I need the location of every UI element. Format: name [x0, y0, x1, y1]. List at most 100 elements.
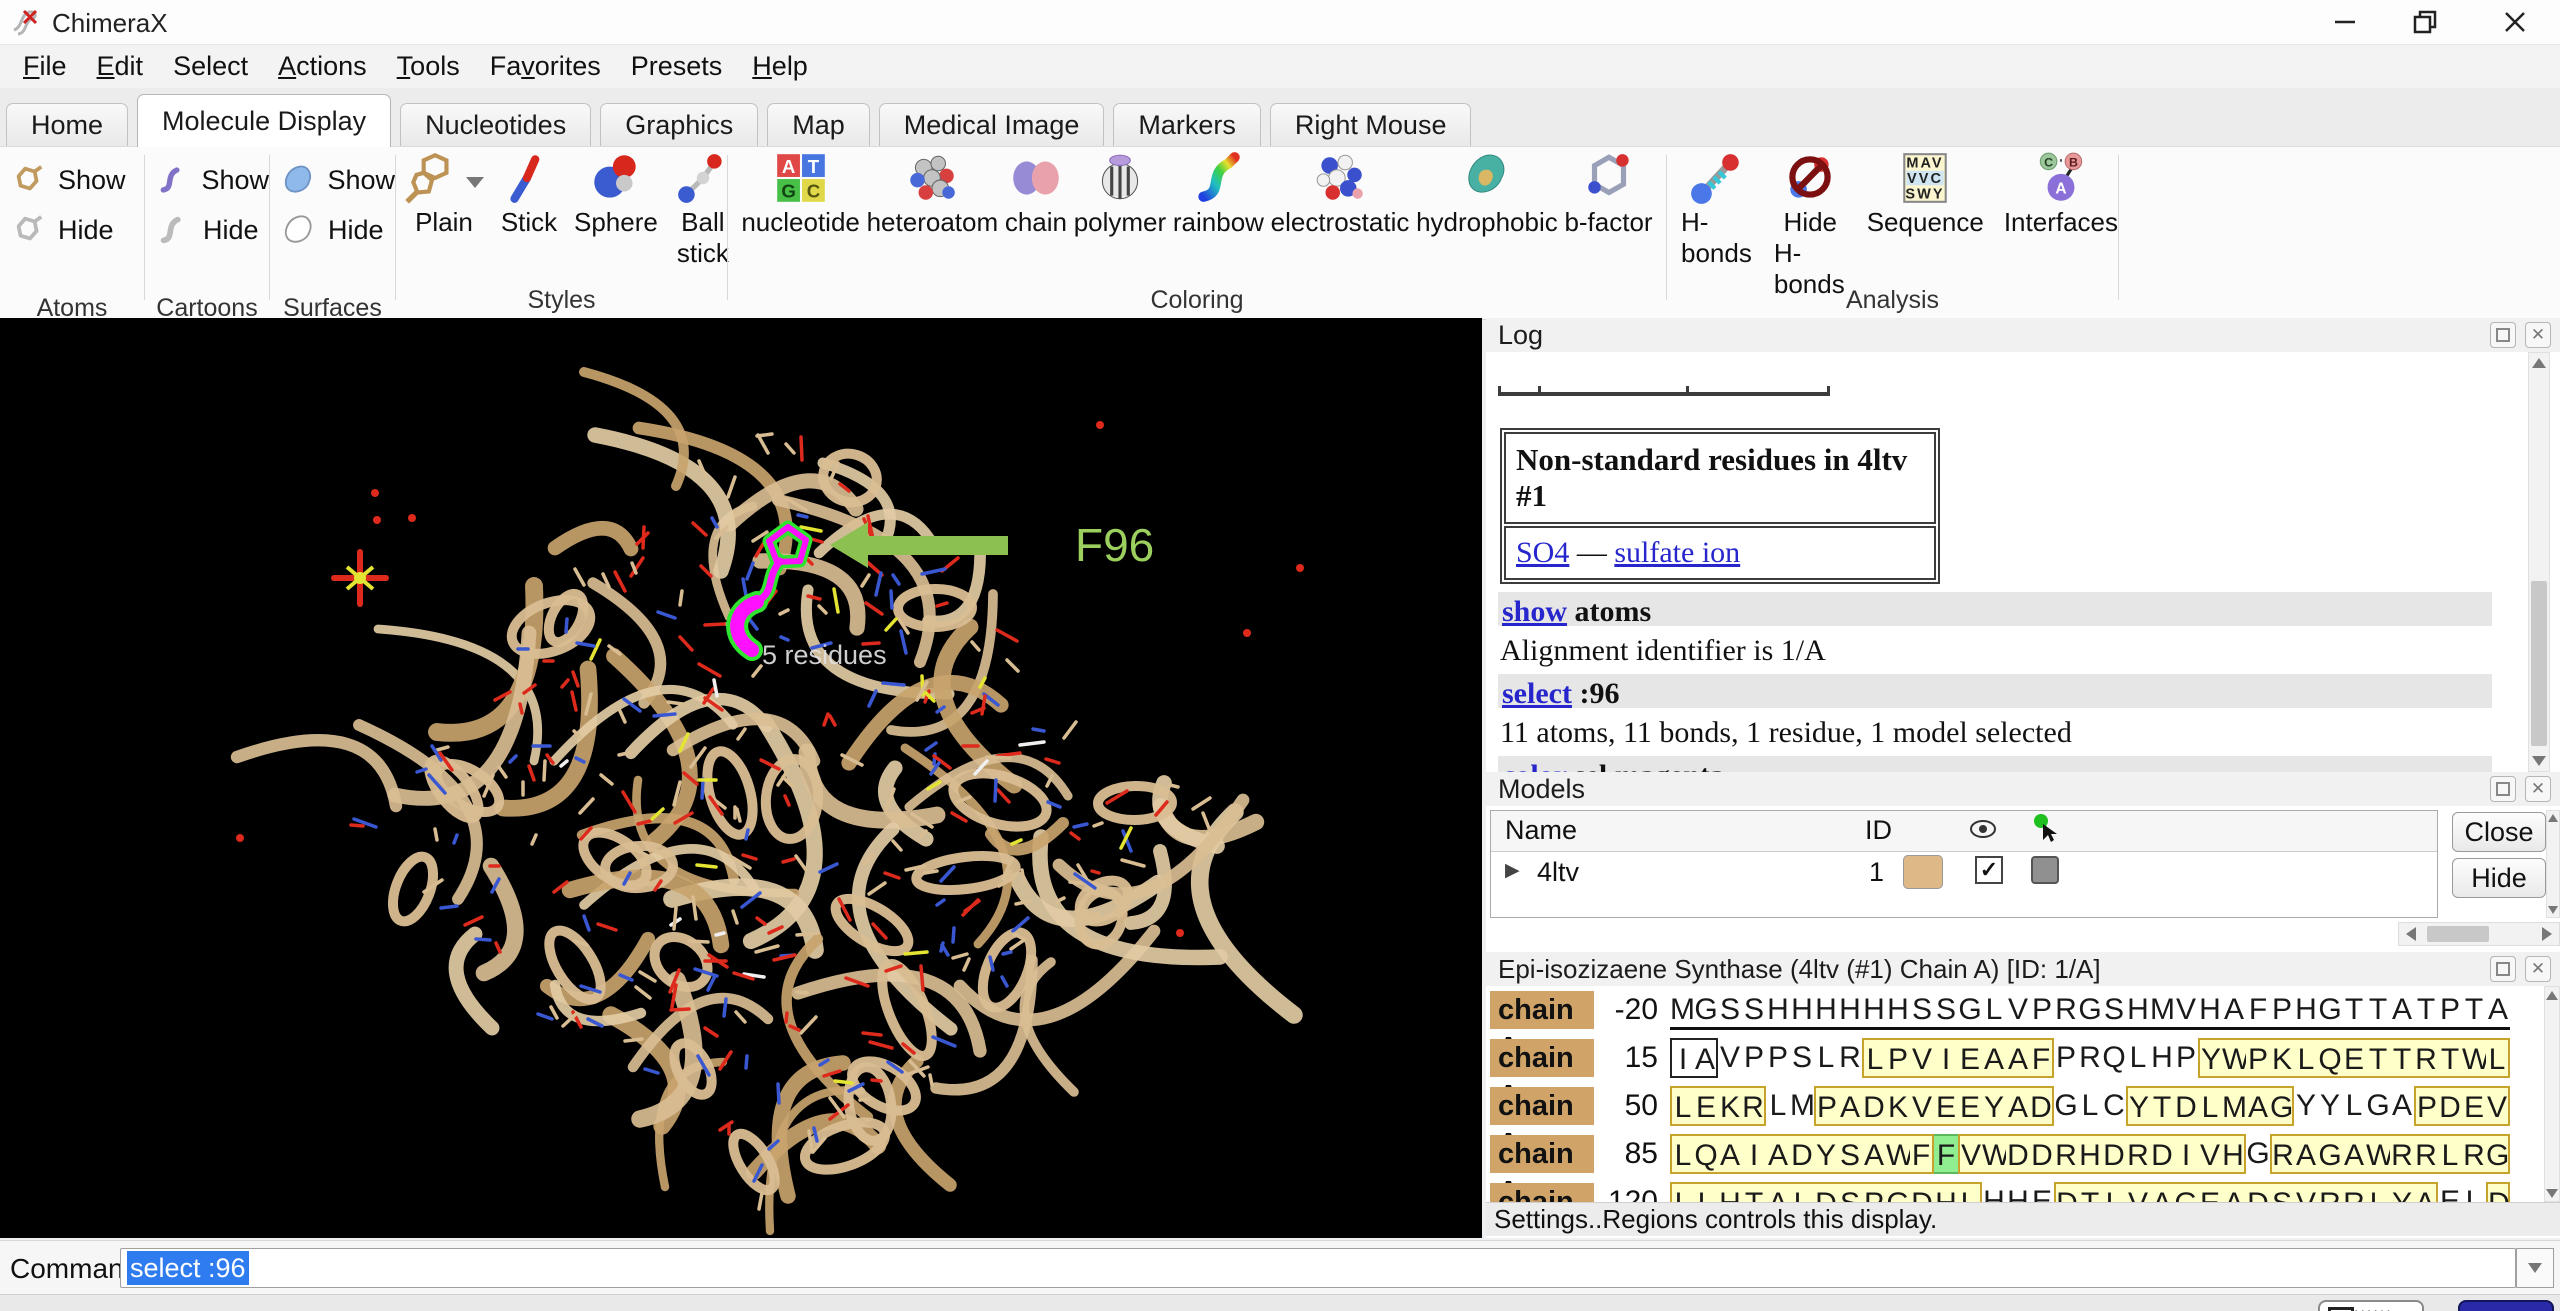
atoms-hide-button[interactable]: Hide: [0, 205, 144, 255]
seq-cell[interactable]: H: [1838, 990, 1862, 1030]
seq-cell[interactable]: Q: [2318, 1038, 2342, 1078]
seq-cell[interactable]: T: [2366, 990, 2390, 1030]
seq-cell[interactable]: R: [2342, 1182, 2366, 1202]
models-hide-button[interactable]: Hide: [2452, 858, 2546, 898]
sequence-close-icon[interactable]: ✕: [2525, 956, 2551, 982]
seq-cell[interactable]: H: [2078, 1134, 2102, 1174]
seq-cell[interactable]: P: [1766, 1038, 1790, 1078]
seq-cell[interactable]: P: [2174, 1038, 2198, 1078]
seq-cell[interactable]: G: [2318, 990, 2342, 1030]
seq-cell[interactable]: L: [1790, 1182, 1814, 1202]
seq-cell[interactable]: S: [1934, 990, 1958, 1030]
seq-cell[interactable]: E: [2438, 1182, 2462, 1202]
model-row[interactable]: ▶ 4ltv 1 ✓: [1491, 851, 2437, 895]
seq-cell[interactable]: S: [1910, 990, 1934, 1030]
seq-cell[interactable]: S: [1838, 1182, 1862, 1202]
seq-cell[interactable]: H: [2150, 1038, 2174, 1078]
tab-graphics[interactable]: Graphics: [600, 103, 758, 146]
model-color-swatch[interactable]: [1903, 855, 1943, 889]
seq-cell[interactable]: Y: [2318, 1086, 2342, 1126]
seq-cell[interactable]: R: [2462, 1134, 2486, 1174]
menu-edit[interactable]: Edit: [97, 51, 144, 82]
seq-cell[interactable]: V: [2174, 990, 2198, 1030]
seq-cell[interactable]: H: [1766, 990, 1790, 1030]
menu-favorites[interactable]: Favorites: [490, 51, 601, 82]
seq-cell[interactable]: L: [1670, 1086, 1694, 1126]
seq-cell[interactable]: P: [1886, 1038, 1910, 1078]
color-command-link[interactable]: color: [1502, 759, 1566, 772]
column-id[interactable]: ID: [1865, 815, 1892, 846]
seq-cell[interactable]: A: [1694, 1038, 1718, 1078]
seq-cell[interactable]: I: [1934, 1038, 1958, 1078]
seq-cell[interactable]: A: [1718, 1134, 1742, 1174]
seq-cell[interactable]: G: [2270, 1086, 2294, 1126]
seq-cell[interactable]: R: [1838, 1038, 1862, 1078]
color-heteroatom-button[interactable]: heteroatom: [867, 149, 999, 238]
seq-cell[interactable]: G: [2366, 1086, 2390, 1126]
seq-cell[interactable]: H: [2294, 990, 2318, 1030]
seq-cell[interactable]: G: [2246, 1134, 2270, 1174]
seq-cell[interactable]: D: [2150, 1134, 2174, 1174]
tab-map[interactable]: Map: [767, 103, 870, 146]
color-polymer-button[interactable]: polymer: [1074, 149, 1166, 238]
seq-cell[interactable]: D: [2486, 1182, 2510, 1202]
models-hscrollbar-thumb[interactable]: [2427, 926, 2489, 942]
seq-cell[interactable]: L: [2102, 1182, 2126, 1202]
seq-cell[interactable]: V: [1958, 1134, 1982, 1174]
seq-cell[interactable]: Q: [1694, 1134, 1718, 1174]
seq-cell[interactable]: T: [1742, 1182, 1766, 1202]
models-close-button[interactable]: Close: [2452, 812, 2546, 852]
seq-cell[interactable]: P: [2270, 990, 2294, 1030]
seq-cell[interactable]: A: [2006, 1086, 2030, 1126]
seq-cell[interactable]: Y: [2126, 1086, 2150, 1126]
tab-molecule-display[interactable]: Molecule Display: [137, 94, 391, 147]
seq-cell[interactable]: E: [2342, 1038, 2366, 1078]
seq-cell[interactable]: P: [1742, 1038, 1766, 1078]
hbonds-button[interactable]: H-bonds: [1681, 149, 1754, 269]
command-history-dropdown[interactable]: [2516, 1248, 2554, 1288]
seq-cell[interactable]: W: [1886, 1134, 1910, 1174]
seq-cell[interactable]: R: [2078, 1038, 2102, 1078]
seq-cell[interactable]: V: [1910, 1038, 1934, 1078]
seq-cell[interactable]: D: [2246, 1182, 2270, 1202]
seq-cell[interactable]: V: [2486, 1086, 2510, 1126]
seq-cell[interactable]: S: [1838, 1134, 1862, 1174]
sequence-float-icon[interactable]: [2490, 956, 2516, 982]
seq-cell[interactable]: H: [1886, 990, 1910, 1030]
seq-cell[interactable]: R: [2054, 1134, 2078, 1174]
seq-cell[interactable]: H: [2126, 990, 2150, 1030]
seq-cell[interactable]: K: [2270, 1038, 2294, 1078]
seq-cell[interactable]: L: [2486, 1038, 2510, 1078]
seq-cell[interactable]: V: [2126, 1182, 2150, 1202]
seq-cell[interactable]: E: [2198, 1182, 2222, 1202]
restore-button[interactable]: [2390, 0, 2460, 44]
seq-cell[interactable]: A: [2150, 1182, 2174, 1202]
model-shown-checkbox[interactable]: ✓: [1975, 856, 2003, 884]
seq-cell[interactable]: M: [2150, 990, 2174, 1030]
tab-right-mouse[interactable]: Right Mouse: [1270, 103, 1472, 146]
seq-cell[interactable]: D: [1814, 1182, 1838, 1202]
plain-dropdown-caret[interactable]: [466, 177, 484, 188]
seq-cell[interactable]: W: [2366, 1134, 2390, 1174]
seq-cell[interactable]: H: [2006, 1182, 2030, 1202]
seq-cell[interactable]: T: [2150, 1086, 2174, 1126]
menu-select[interactable]: Select: [173, 51, 248, 82]
menu-tools[interactable]: Tools: [397, 51, 460, 82]
seq-cell[interactable]: I: [1670, 1038, 1694, 1078]
tab-home[interactable]: Home: [6, 103, 128, 146]
log-close-icon[interactable]: ✕: [2525, 322, 2551, 348]
seq-cell[interactable]: D: [2030, 1086, 2054, 1126]
seq-cell[interactable]: H: [1790, 990, 1814, 1030]
seq-cell[interactable]: G: [2486, 1134, 2510, 1174]
seq-cell[interactable]: L: [2438, 1134, 2462, 1174]
seq-cell[interactable]: Y: [1982, 1086, 2006, 1126]
seq-cell[interactable]: G: [1886, 1182, 1910, 1202]
seq-cell[interactable]: P: [2438, 990, 2462, 1030]
seq-cell[interactable]: A: [1838, 1086, 1862, 1126]
seq-cell[interactable]: H: [1934, 1182, 1958, 1202]
seq-cell[interactable]: Y: [2294, 1086, 2318, 1126]
seq-cell[interactable]: I: [1742, 1134, 1766, 1174]
seq-cell[interactable]: R: [2414, 1134, 2438, 1174]
expander-icon[interactable]: ▶: [1505, 859, 1520, 882]
seq-cell[interactable]: A: [1766, 1182, 1790, 1202]
